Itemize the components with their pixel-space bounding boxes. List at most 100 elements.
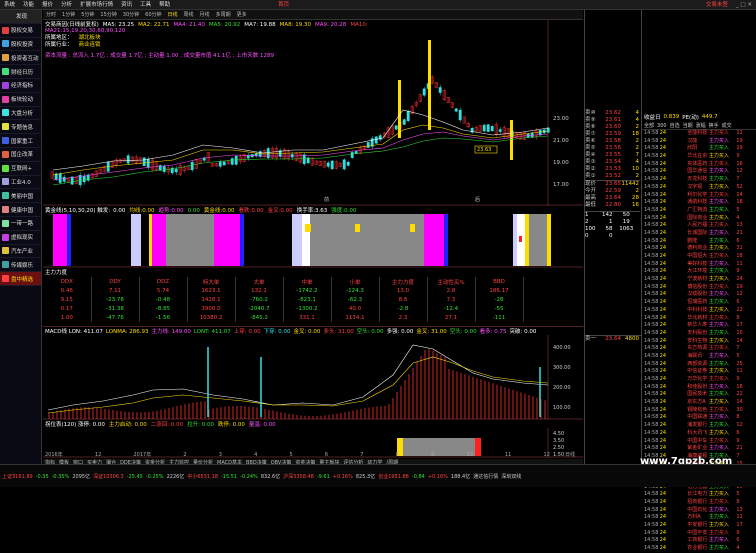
tick-row[interactable]: 14:58 24 广汇物流 主力买入 5 bbox=[644, 207, 756, 215]
sidebar-item-icon bbox=[2, 95, 9, 103]
sidebar-item-14[interactable]: 一带一路 bbox=[0, 217, 41, 231]
tab-5min[interactable]: 5分钟 bbox=[78, 10, 97, 20]
tick-filter-2[interactable]: 自选 bbox=[670, 122, 680, 129]
sidebar-item-1[interactable]: 股权投资 bbox=[0, 38, 41, 52]
sidebar-item-9[interactable]: 国企改革 bbox=[0, 148, 41, 162]
menu-analysis[interactable]: 分析 bbox=[57, 0, 76, 10]
tick-row[interactable]: 14:58 24 中国平安 主力买入 9 bbox=[644, 530, 756, 538]
tick-row[interactable]: 14:58 24 宁波新材 主力买入 24 bbox=[644, 276, 756, 284]
tab-15min[interactable]: 15分钟 bbox=[97, 10, 119, 20]
tick-row[interactable]: 14:58 24 中国石化 主力买入 13 bbox=[644, 507, 756, 515]
tab-timeshare[interactable]: 分时 bbox=[43, 10, 59, 20]
tick-row[interactable]: 14:58 24 万华化学 主力买入 9 bbox=[644, 376, 756, 384]
tick-row[interactable]: 14:58 24 万科A 主力买入 11 bbox=[644, 514, 756, 522]
tick-row[interactable]: 14:58 24 中信证券 主力买入 11 bbox=[644, 368, 756, 376]
sidebar-item-4[interactable]: 经济指标 bbox=[0, 79, 41, 93]
tick-filter-3[interactable]: 当期 bbox=[683, 122, 693, 129]
tab-monthly[interactable]: 月线 bbox=[197, 10, 213, 20]
tick-row[interactable]: 14:58 24 德利商业 主力买入 31 bbox=[644, 245, 756, 253]
tab-30min[interactable]: 30分钟 bbox=[120, 10, 142, 20]
tick-row[interactable]: 14:58 24 紫金矿业 主力买入 21 bbox=[644, 445, 756, 453]
tick-row[interactable]: 14:58 24 恒瑞医药 主力买入 6 bbox=[644, 299, 756, 307]
kline-chart[interactable]: 23.00 21.00 19.00 17.00 23.63 前 后 bbox=[43, 20, 583, 206]
x-tick-3: 2 bbox=[183, 451, 187, 458]
menu-home[interactable]: 首页 bbox=[274, 0, 293, 10]
tick-filter-4[interactable]: 涨幅 bbox=[696, 122, 706, 129]
sell-row-0: 卖⑩ 23.62 4 bbox=[585, 110, 639, 116]
money-cell: -0.48 bbox=[139, 295, 188, 304]
tick-row[interactable]: 14:58 24 科大讯飞 主力买入 6 bbox=[644, 430, 756, 438]
window-controls[interactable]: _ □ ✕ bbox=[732, 0, 756, 10]
tick-row[interactable]: 14:58 24 平安银行 主力买入 17 bbox=[644, 522, 756, 530]
menu-quote[interactable]: 报价 bbox=[38, 0, 57, 10]
tick-row[interactable]: 14:58 24 招商银行 主力买入 8 bbox=[644, 499, 756, 507]
tick-row[interactable]: 14:58 24 农业银行 主力买入 4 bbox=[644, 545, 756, 553]
sidebar-item-11[interactable]: 工业4.0 bbox=[0, 176, 41, 190]
menu-help[interactable]: 帮助 bbox=[155, 0, 174, 10]
sidebar-item-12[interactable]: 美丽中国 bbox=[0, 189, 41, 204]
tick-row[interactable]: 14:58 24 长江电力 主力买入 5 bbox=[644, 491, 756, 499]
tab-60min[interactable]: 60分钟 bbox=[142, 10, 164, 20]
sidebar-item-15[interactable]: 虚拟现实 bbox=[0, 231, 41, 245]
tick-filter-0[interactable]: 全部 bbox=[644, 122, 654, 129]
money-cell: 0.46 bbox=[43, 286, 92, 295]
tick-row[interactable]: 14:58 24 工商银行 主力买入 6 bbox=[644, 537, 756, 545]
tick-row[interactable]: 14:58 24 浦发银行 主力买入 12 bbox=[644, 422, 756, 430]
tick-row[interactable]: 14:58 24 大江环境 主力买入 9 bbox=[644, 268, 756, 276]
tick-row[interactable]: 14:58 24 国民技术 主力买入 22 bbox=[644, 391, 756, 399]
tick-row[interactable]: 14:58 24 通航科技 主力买入 18 bbox=[644, 199, 756, 207]
sidebar-item-13[interactable]: 健康中国 bbox=[0, 203, 41, 217]
tab-more[interactable]: 更多 bbox=[234, 10, 250, 20]
tick-filter-5[interactable]: 换手 bbox=[709, 122, 719, 129]
tick-row[interactable]: 14:58 24 京东方A 主力买入 14 bbox=[644, 399, 756, 407]
sidebar-item-10[interactable]: 互联网+ bbox=[0, 162, 41, 176]
trade-login[interactable]: 交易未登 bbox=[702, 0, 732, 10]
money-header-cell: 中单 bbox=[283, 277, 332, 286]
tick-row[interactable]: 14:58 24 汉能 主力买入 19 bbox=[644, 138, 756, 146]
tick-row[interactable]: 14:58 24 欣阳 主力买入 29 bbox=[644, 145, 756, 153]
sidebar-item-8[interactable]: 国家重工 bbox=[0, 134, 41, 148]
menu-system[interactable]: 系统 bbox=[0, 0, 19, 10]
tick-row[interactable]: 14:58 24 天科股份 主力买入 10 bbox=[644, 330, 756, 338]
tick-row[interactable]: 14:58 24 天龙科技 主力买入 7 bbox=[644, 176, 756, 184]
tick-row[interactable]: 14:58 24 汉字视 主力买入 52 bbox=[644, 184, 756, 192]
tick-row[interactable]: 14:58 24 海联讯 主力买入 5 bbox=[644, 353, 756, 361]
macd-chart[interactable]: 400.00 300.00 200.00 100.00 bbox=[43, 335, 583, 420]
sidebar-item-3[interactable]: 财经日历 bbox=[0, 65, 41, 79]
tab-weekly[interactable]: 周线 bbox=[181, 10, 197, 20]
money-cell: -55 bbox=[475, 304, 524, 313]
sidebar-tab-discover[interactable]: 发现 bbox=[0, 10, 41, 24]
tick-list[interactable]: 14:58 24 全能科技 主力买入 11 14:58 24 汉能 主力买入 19 14:58 24 欣… bbox=[642, 130, 756, 553]
sidebar-item-17[interactable]: 传媒娱乐 bbox=[0, 258, 41, 273]
tick-filter-6[interactable]: 成交 bbox=[722, 122, 732, 129]
tick-row[interactable]: 14:58 24 全能科技 主力买入 11 bbox=[644, 130, 756, 138]
tick-row[interactable]: 14:58 24 长城国际 主力买入 21 bbox=[644, 230, 756, 238]
sidebar-item-16[interactable]: 汽车产业 bbox=[0, 245, 41, 259]
tick-row[interactable]: 14:58 24 东方热源 主力买入 7 bbox=[644, 345, 756, 353]
sidebar-item-0[interactable]: 股权交易 bbox=[0, 24, 41, 38]
golden-line-chart[interactable] bbox=[43, 214, 583, 268]
tab-daily[interactable]: 日线 bbox=[165, 10, 181, 20]
menu-news[interactable]: 资讯 bbox=[117, 0, 136, 10]
tick-row[interactable]: 14:58 24 国华通信 主力买入 12 bbox=[644, 168, 756, 176]
sidebar-item-5[interactable]: 板块轮动 bbox=[0, 93, 41, 107]
sidebar-item-2[interactable]: 投资者互动 bbox=[0, 51, 41, 66]
status-item-0: 上证3161.89 bbox=[2, 474, 33, 480]
menu-tools[interactable]: 工具 bbox=[136, 0, 155, 10]
sidebar-item-6[interactable]: 大盘分析 bbox=[0, 107, 41, 121]
tick-filter-1[interactable]: 300 bbox=[657, 123, 667, 129]
tick-row[interactable]: 14:58 24 中国联通 主力买入 8 bbox=[644, 414, 756, 422]
tick-row[interactable]: 14:58 24 中国恒大 主力买入 18 bbox=[644, 253, 756, 261]
tick-row[interactable]: 14:58 24 华北在京 主力买入 9 bbox=[644, 153, 756, 161]
tick-row[interactable]: 14:58 24 汉缆股份 主力买入 12 bbox=[644, 291, 756, 299]
tick-row[interactable]: 14:58 24 中科科技 主力买入 22 bbox=[644, 307, 756, 315]
tick-row[interactable]: 14:58 24 新华人寿 主力买入 17 bbox=[644, 322, 756, 330]
sidebar-item-7[interactable]: 专题信息 bbox=[0, 120, 41, 135]
tab-multi[interactable]: 多周期 bbox=[213, 10, 234, 20]
tick-row[interactable]: 14:58 24 人民万福 主力买入 13 bbox=[644, 222, 756, 230]
menu-function[interactable]: 功能 bbox=[19, 0, 38, 10]
menu-ext-market[interactable]: 扩展市场行情 bbox=[76, 0, 117, 10]
candle-body bbox=[222, 161, 226, 166]
tab-1min[interactable]: 1分钟 bbox=[59, 10, 78, 20]
sidebar-item-18[interactable]: 盘中精选 bbox=[0, 272, 41, 286]
